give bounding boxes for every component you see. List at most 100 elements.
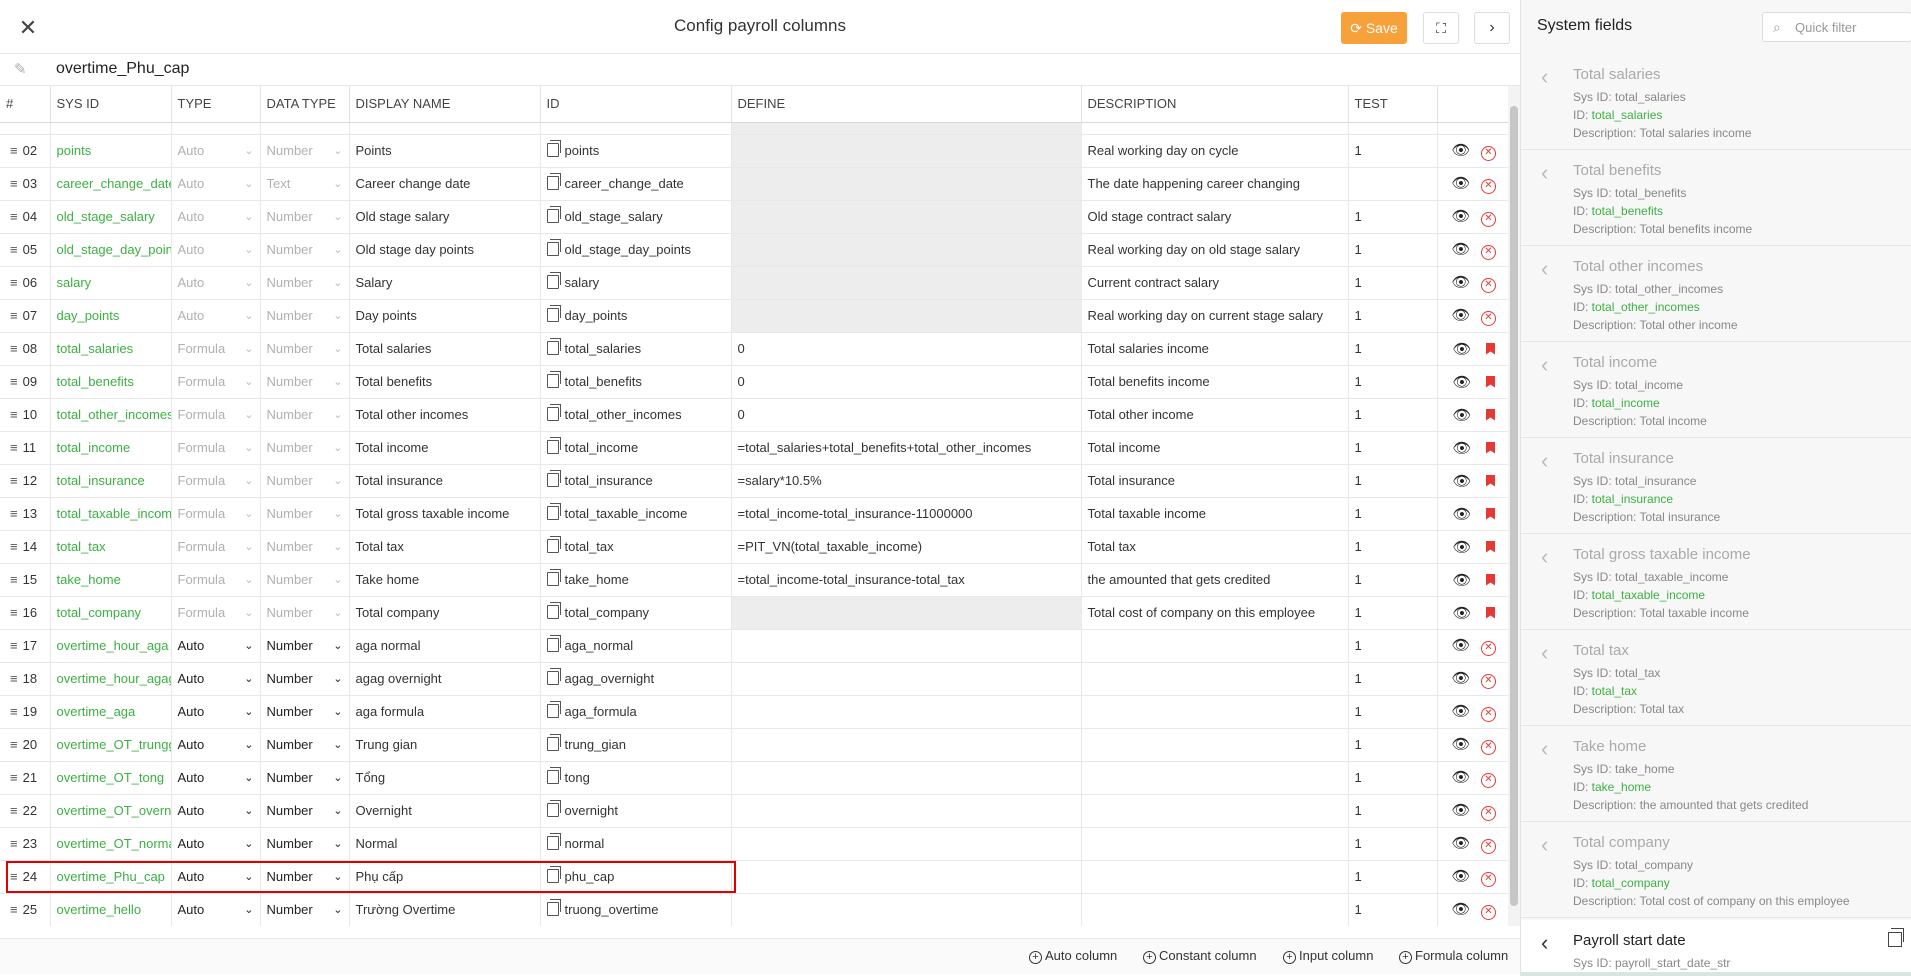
test-cell[interactable]: 1: [1348, 365, 1438, 399]
table-row[interactable]: ≡ 05 old_stage_day_points Auto ⌄ Number ⌄ Old s…: [0, 233, 1508, 267]
system-field-card[interactable]: ‹ Total insurance Sys ID: total_insurance I…: [1521, 438, 1911, 534]
drag-handle-icon[interactable]: ≡: [10, 473, 18, 488]
display-name-cell[interactable]: Trung gian: [349, 728, 541, 762]
data-type-select[interactable]: Number ⌄: [260, 827, 350, 861]
type-select[interactable]: Formula ⌄: [171, 431, 261, 465]
type-select[interactable]: Formula ⌄: [171, 530, 261, 564]
description-cell[interactable]: [1081, 629, 1349, 663]
id-cell[interactable]: total_insurance: [540, 464, 732, 498]
delete-icon[interactable]: ✕: [1481, 178, 1496, 194]
eye-icon[interactable]: 👁: [1449, 306, 1473, 324]
drag-handle-icon[interactable]: ≡: [10, 275, 18, 290]
data-type-select[interactable]: Number ⌄: [260, 629, 350, 663]
description-cell[interactable]: the amounted that gets credited: [1081, 563, 1349, 597]
copy-icon[interactable]: [546, 833, 561, 850]
test-cell[interactable]: [1348, 167, 1438, 201]
id-cell[interactable]: total_income: [540, 431, 732, 465]
description-cell[interactable]: Total benefits income: [1081, 365, 1349, 399]
data-type-select[interactable]: Number ⌄: [260, 266, 350, 300]
drag-handle-icon[interactable]: ≡: [10, 374, 18, 389]
type-select[interactable]: Auto ⌄: [171, 860, 261, 894]
data-type-select[interactable]: Number ⌄: [260, 893, 350, 926]
test-cell[interactable]: 1: [1348, 761, 1438, 795]
drag-handle-icon[interactable]: ≡: [10, 803, 18, 818]
data-type-select[interactable]: Number ⌄: [260, 860, 350, 894]
add-constant-column-button[interactable]: + Constant column: [1143, 948, 1257, 964]
flag-icon[interactable]: [1486, 474, 1495, 487]
type-select[interactable]: Formula ⌄: [171, 398, 261, 432]
delete-icon[interactable]: ✕: [1481, 640, 1496, 656]
eye-icon[interactable]: 👁: [1450, 406, 1474, 424]
delete-icon[interactable]: ✕: [1481, 310, 1496, 326]
define-cell[interactable]: [731, 695, 1082, 729]
drag-handle-icon[interactable]: ≡: [10, 242, 18, 257]
system-field-card[interactable]: ‹ Take home Sys ID: take_home ID: take_home…: [1521, 726, 1911, 822]
data-type-select[interactable]: Number ⌄: [260, 563, 350, 597]
copy-icon[interactable]: [546, 404, 561, 421]
eye-icon[interactable]: 👁: [1450, 439, 1474, 457]
define-cell[interactable]: [731, 827, 1082, 861]
display-name-cell[interactable]: Total company: [349, 596, 541, 630]
define-cell[interactable]: [731, 200, 1082, 234]
id-cell[interactable]: truong_overtime: [540, 893, 732, 926]
expand-icon[interactable]: ⛶: [1423, 12, 1459, 44]
define-cell[interactable]: =PIT_VN(total_taxable_income): [731, 530, 1082, 564]
type-select[interactable]: Formula ⌄: [171, 332, 261, 366]
drag-handle-icon[interactable]: ≡: [10, 506, 18, 521]
id-cell[interactable]: phu_cap: [540, 860, 732, 894]
quick-filter-input[interactable]: [1795, 18, 1905, 36]
define-cell[interactable]: [731, 134, 1082, 168]
copy-icon[interactable]: [546, 635, 561, 652]
copy-icon[interactable]: [546, 470, 561, 487]
display-name-cell[interactable]: Total gross taxable income: [349, 497, 541, 531]
test-cell[interactable]: 1: [1348, 596, 1438, 630]
drag-handle-icon[interactable]: ≡: [10, 869, 18, 884]
table-row[interactable]: ≡ 12 total_insurance Formula ⌄ Number ⌄ Total i…: [0, 464, 1508, 498]
system-field-card[interactable]: ‹ Total gross taxable income Sys ID: total…: [1521, 534, 1911, 630]
test-cell[interactable]: 1: [1348, 827, 1438, 861]
table-row[interactable]: ≡ 03 career_change_date_ Auto ⌄ Text ⌄ Career c…: [0, 167, 1508, 201]
type-select[interactable]: Auto ⌄: [171, 299, 261, 333]
data-type-select[interactable]: Number ⌄: [260, 761, 350, 795]
add-auto-column-button[interactable]: + Auto column: [1029, 948, 1117, 964]
data-type-select[interactable]: Number ⌄: [260, 299, 350, 333]
display-name-cell[interactable]: Total benefits: [349, 365, 541, 399]
id-cell[interactable]: old_stage_salary: [540, 200, 732, 234]
data-type-select[interactable]: Number ⌄: [260, 497, 350, 531]
chevron-left-icon[interactable]: ‹: [1541, 448, 1548, 474]
eye-icon[interactable]: 👁: [1449, 867, 1473, 885]
id-cell[interactable]: agag_overnight: [540, 662, 732, 696]
display-name-cell[interactable]: Phụ cấp: [349, 860, 541, 894]
id-cell[interactable]: salary: [540, 266, 732, 300]
define-cell[interactable]: [731, 893, 1082, 926]
flag-icon[interactable]: [1486, 441, 1495, 454]
table-row[interactable]: ≡ 19 overtime_aga Auto ⌄ Number ⌄ aga formula ag…: [0, 695, 1508, 729]
eye-icon[interactable]: 👁: [1450, 571, 1474, 589]
chevron-left-icon[interactable]: ‹: [1541, 256, 1548, 282]
display-name-cell[interactable]: aga normal: [349, 629, 541, 663]
type-select[interactable]: Auto ⌄: [171, 695, 261, 729]
define-cell[interactable]: [731, 662, 1082, 696]
delete-icon[interactable]: ✕: [1481, 244, 1496, 260]
id-cell[interactable]: aga_normal: [540, 629, 732, 663]
copy-icon[interactable]: [546, 437, 561, 454]
define-cell[interactable]: [731, 728, 1082, 762]
id-cell[interactable]: total_company: [540, 596, 732, 630]
copy-icon[interactable]: [546, 866, 561, 883]
description-cell[interactable]: Total cost of company on this employee: [1081, 596, 1349, 630]
table-row[interactable]: ≡ 23 overtime_OT_normal Auto ⌄ Number ⌄ Normal n…: [0, 827, 1508, 861]
drag-handle-icon[interactable]: ≡: [10, 605, 18, 620]
drag-handle-icon[interactable]: ≡: [10, 902, 18, 917]
define-cell[interactable]: =total_income-total_insurance-11000000: [731, 497, 1082, 531]
define-cell[interactable]: [731, 761, 1082, 795]
table-row[interactable]: ≡ 13 total_taxable_income Formula ⌄ Number ⌄ To…: [0, 497, 1508, 531]
type-select[interactable]: Auto ⌄: [171, 200, 261, 234]
flag-icon[interactable]: [1486, 342, 1495, 355]
define-cell[interactable]: 0: [731, 365, 1082, 399]
flag-icon[interactable]: [1486, 606, 1495, 619]
drag-handle-icon[interactable]: ≡: [10, 407, 18, 422]
test-cell[interactable]: 1: [1348, 563, 1438, 597]
display-name-cell[interactable]: Normal: [349, 827, 541, 861]
next-icon[interactable]: ›: [1474, 12, 1510, 44]
flag-icon[interactable]: [1486, 507, 1495, 520]
